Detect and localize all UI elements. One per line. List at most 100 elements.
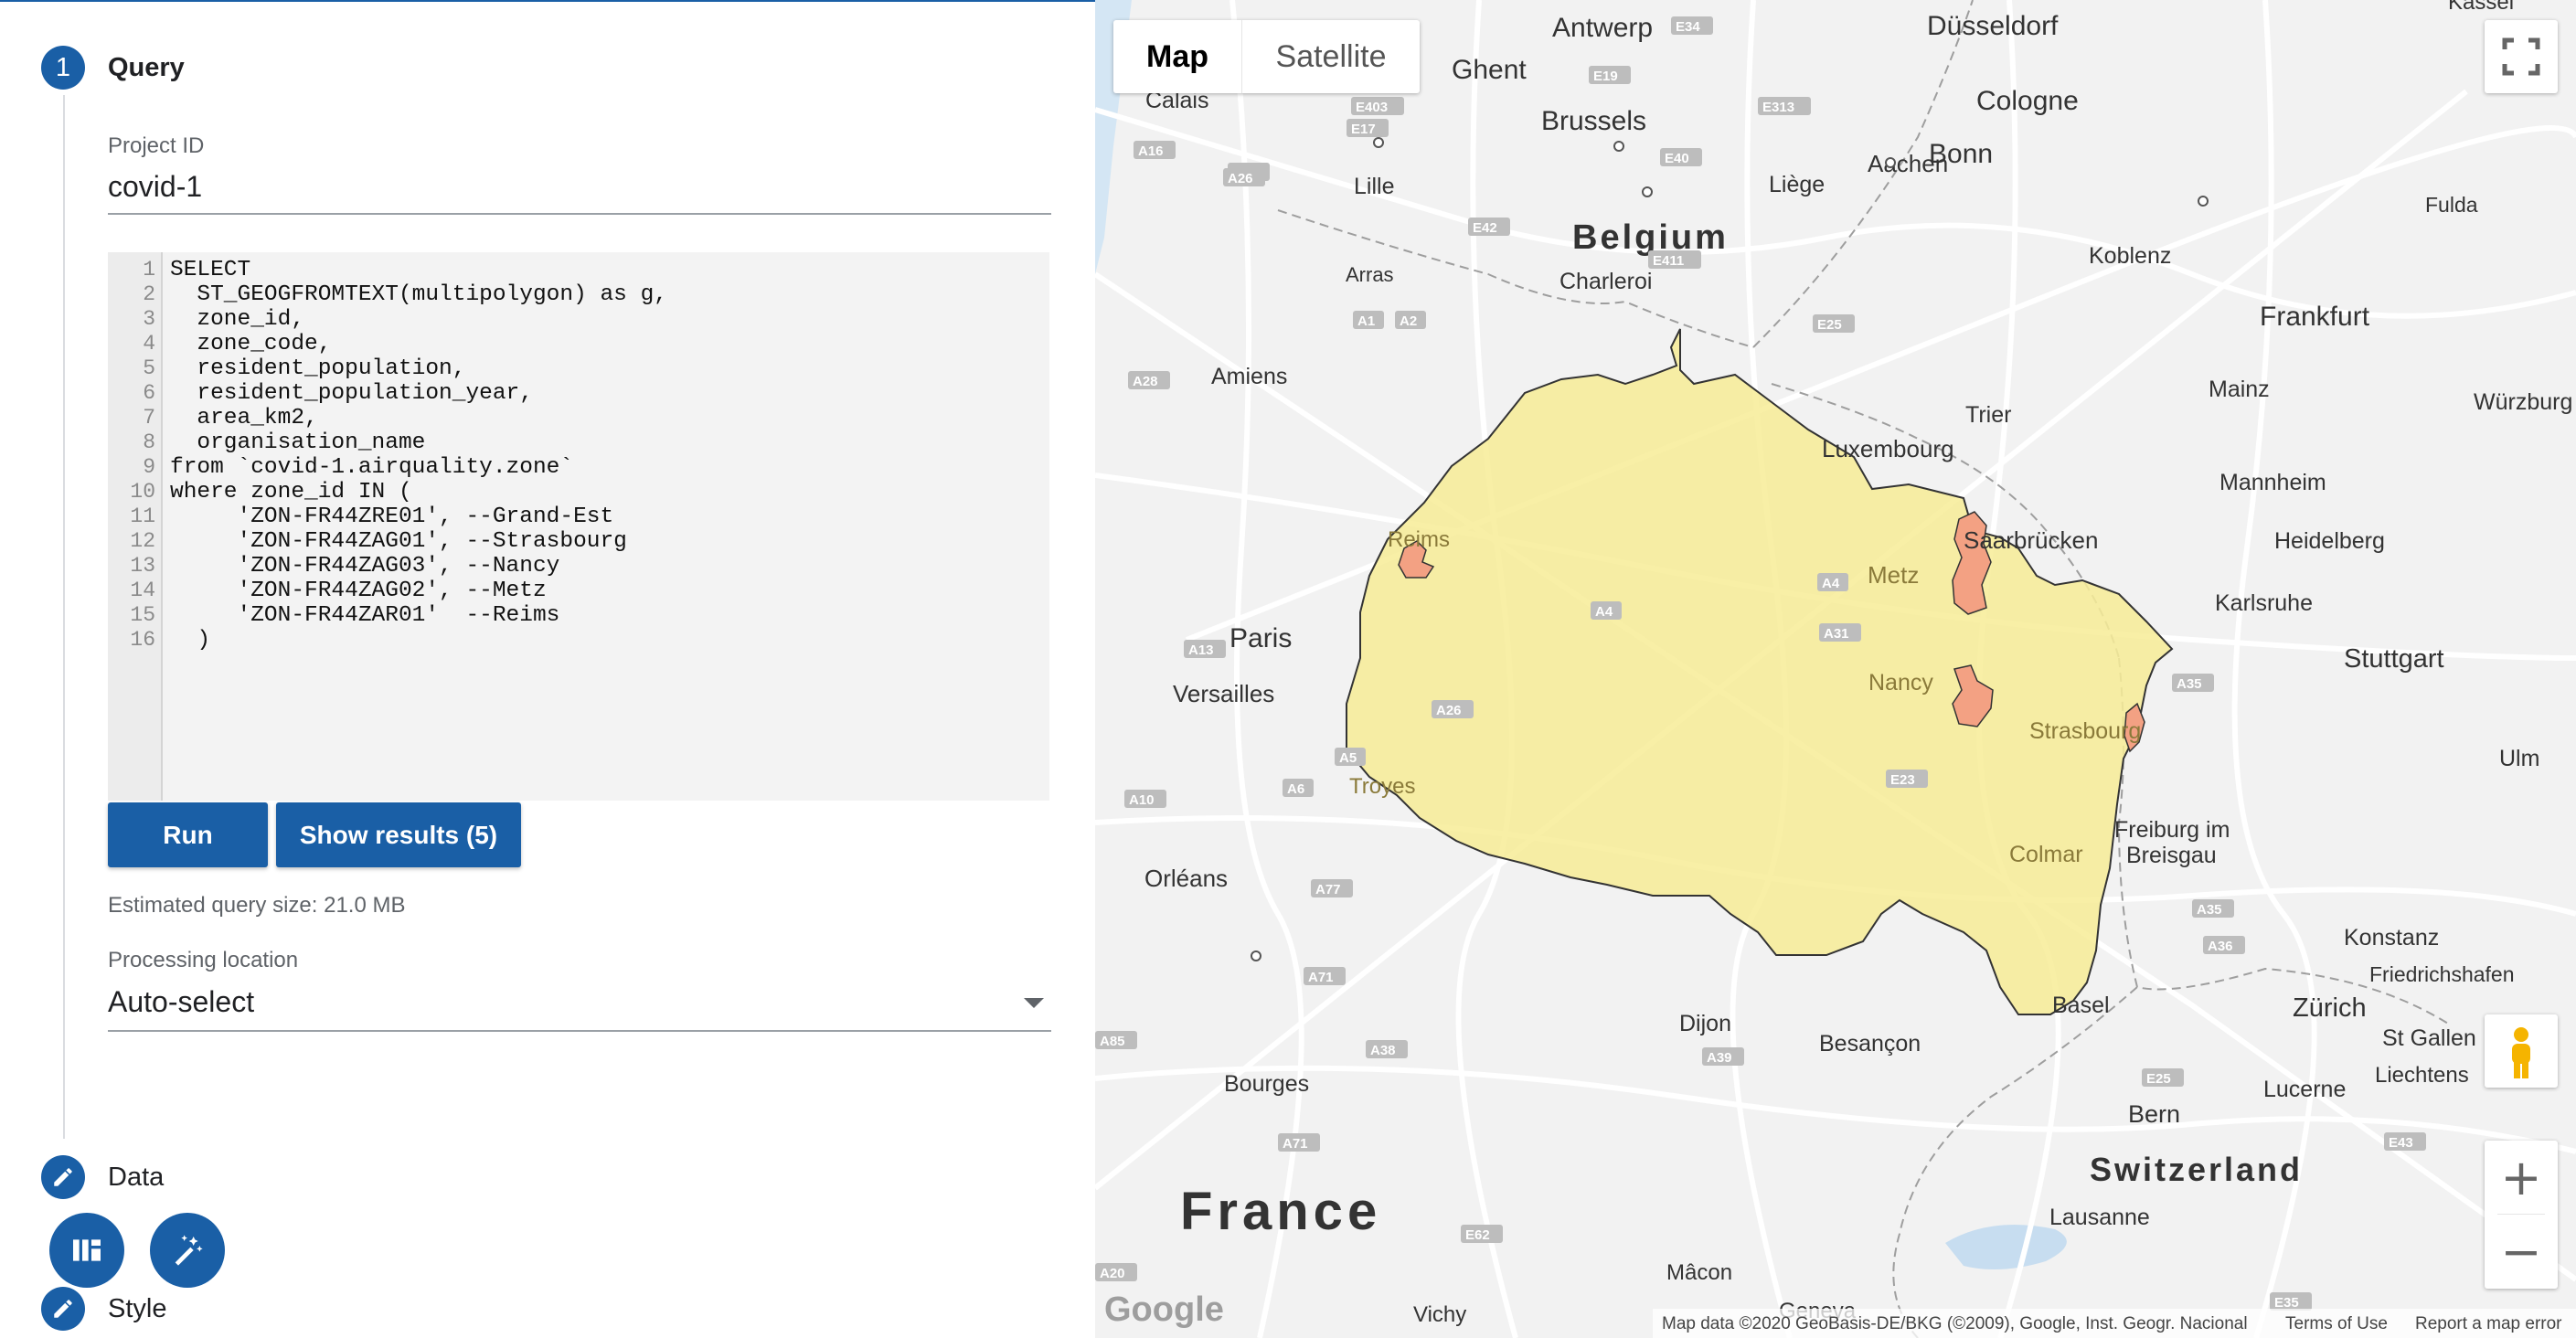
map-type-satellite-button[interactable]: Satellite (1241, 20, 1420, 93)
city-label: Ghent (1452, 55, 1527, 85)
city-label: Orléans (1144, 865, 1228, 892)
road-shield-label: A5 (1339, 750, 1357, 766)
processing-location-underline (108, 1030, 1051, 1032)
city-label: Paris (1229, 623, 1292, 653)
map-data-attribution: Map data ©2020 GeoBasis-DE/BKG (©2009), … (1662, 1314, 2248, 1333)
code-line[interactable]: organisation_name (170, 430, 425, 455)
city-label: Vichy (1413, 1302, 1466, 1327)
show-results-button[interactable]: Show results (5) (276, 802, 521, 867)
terms-of-use-link[interactable]: Terms of Use (2285, 1314, 2388, 1334)
road-shield-label: A71 (1308, 970, 1334, 985)
city-label: Troyes (1349, 774, 1415, 799)
code-line[interactable]: from `covid-1.airquality.zone` (170, 455, 573, 480)
road (2231, 0, 2317, 1338)
city-marker (1642, 186, 1653, 197)
city-label: Amiens (1211, 364, 1287, 389)
chevron-down-icon[interactable] (1024, 998, 1044, 1008)
city-marker (1373, 137, 1384, 148)
code-line[interactable]: zone_code, (170, 332, 331, 356)
step-style-label[interactable]: Style (108, 1294, 166, 1324)
magic-wand-icon[interactable] (150, 1213, 225, 1288)
city-label: Reims (1388, 527, 1450, 552)
pencil-icon[interactable] (41, 1287, 85, 1331)
road-shield-label: E34 (1676, 19, 1700, 35)
code-line[interactable]: SELECT (170, 258, 250, 282)
fullscreen-icon[interactable] (2485, 20, 2558, 93)
road-shield-label: A10 (1129, 792, 1155, 808)
country-label: Switzerland (2090, 1151, 2303, 1188)
project-id-input[interactable]: covid-1 (108, 170, 202, 204)
city-label: Fulda (2425, 193, 2478, 217)
report-map-error-link[interactable]: Report a map error (2415, 1314, 2562, 1334)
city-label: Versailles (1173, 680, 1274, 707)
run-button[interactable]: Run (108, 802, 268, 867)
road-shield-label: A36 (2208, 939, 2233, 954)
map-type-map-button[interactable]: Map (1113, 20, 1241, 93)
road-shield-label: A26 (1228, 171, 1253, 186)
code-line[interactable]: area_km2, (170, 406, 317, 430)
line-number: 9 (143, 455, 155, 479)
city-label: Lucerne (2263, 1077, 2346, 1102)
city-label: Basel (2052, 993, 2110, 1018)
zoom-out-button[interactable]: − (2485, 1215, 2558, 1289)
google-logo[interactable]: Google (1104, 1290, 1224, 1330)
city-label: Heidelberg (2274, 528, 2385, 554)
road-shield-label: E313 (1762, 100, 1794, 115)
road-shield-label: E17 (1351, 122, 1376, 137)
city-marker (1885, 157, 1896, 168)
code-line[interactable]: ) (170, 628, 210, 653)
city-label: Charleroi (1559, 269, 1652, 294)
step-data-label[interactable]: Data (108, 1163, 164, 1193)
query-panel: 1 Query Project ID covid-1 1 2 3 4 5 6 7 8 9 10 11… (0, 0, 1095, 1338)
columns-icon[interactable] (49, 1213, 124, 1288)
city-label: Arras (1346, 263, 1394, 286)
code-line[interactable]: zone_id, (170, 307, 304, 332)
sql-editor[interactable]: 1 2 3 4 5 6 7 8 9 10 11 12 13 14 15 16 SELECT ST_GEOGFR… (108, 252, 1049, 801)
pegman-icon[interactable] (2485, 1014, 2558, 1088)
map-canvas[interactable]: Antwerp DüsseldorfKasselGhentCalaisBrusse… (1095, 0, 2576, 1338)
road-shield-label: A38 (1370, 1043, 1396, 1058)
line-number: 11 (130, 504, 155, 528)
road-shield-label: A71 (1283, 1136, 1308, 1152)
road-shield-label: A13 (1188, 642, 1214, 658)
city-label: Luxembourg (1822, 435, 1954, 462)
code-line[interactable]: 'ZON-FR44ZAG02', --Metz (170, 579, 547, 603)
city-label: Dijon (1679, 1011, 1731, 1036)
city-label: Koblenz (2089, 243, 2171, 269)
code-line[interactable]: where zone_id IN ( (170, 480, 412, 504)
processing-location-label: Processing location (108, 948, 299, 972)
city-marker (2198, 196, 2209, 207)
road-shield-label: A4 (1595, 604, 1613, 620)
city-label: Bourges (1224, 1071, 1309, 1097)
pencil-icon[interactable] (41, 1155, 85, 1199)
code-line[interactable]: 'ZON-FR44ZRE01', --Grand-Est (170, 504, 614, 529)
line-number: 10 (130, 480, 155, 504)
city-label: Frankfurt (2260, 302, 2370, 332)
line-number: 4 (143, 332, 155, 356)
code-line[interactable]: 'ZON-FR44ZAG03', --Nancy (170, 554, 560, 579)
lake-geneva (1945, 1225, 2067, 1269)
map-type-control: Map Satellite (1113, 20, 1420, 93)
road-shield-label: A16 (1138, 143, 1164, 159)
road-shield-label: A77 (1315, 882, 1341, 897)
code-line[interactable]: 'ZON-FR44ZAR01' --Reims (170, 603, 560, 628)
road-shield-label: A2 (1400, 313, 1417, 329)
map-view[interactable]: Antwerp Düsseldorf Kassel Ghent Calais Brusse… (1095, 0, 2576, 1338)
code-line[interactable]: 'ZON-FR44ZAG01', --Strasbourg (170, 529, 627, 554)
city-label: Friedrichshafen (2369, 962, 2515, 986)
city-label: Antwerp (1552, 13, 1653, 43)
code-line[interactable]: ST_GEOGFROMTEXT(multipolygon) as g, (170, 282, 667, 307)
code-line[interactable]: resident_population, (170, 356, 465, 381)
city-label: Konstanz (2344, 925, 2439, 950)
step-query-label[interactable]: Query (108, 53, 185, 83)
grand-est-region (1346, 328, 2174, 1015)
processing-location-select[interactable]: Auto-select (108, 985, 254, 1019)
zoom-in-button[interactable]: + (2485, 1141, 2558, 1215)
city-label: Zürich (2293, 993, 2367, 1023)
code-line[interactable]: resident_population_year, (170, 381, 533, 406)
city-label: Liechtens (2375, 1063, 2469, 1088)
city-label: Cologne (1976, 86, 2079, 116)
step-query-number[interactable]: 1 (41, 46, 85, 90)
road-shield-label: A35 (2197, 902, 2222, 918)
line-number: 1 (143, 258, 155, 281)
